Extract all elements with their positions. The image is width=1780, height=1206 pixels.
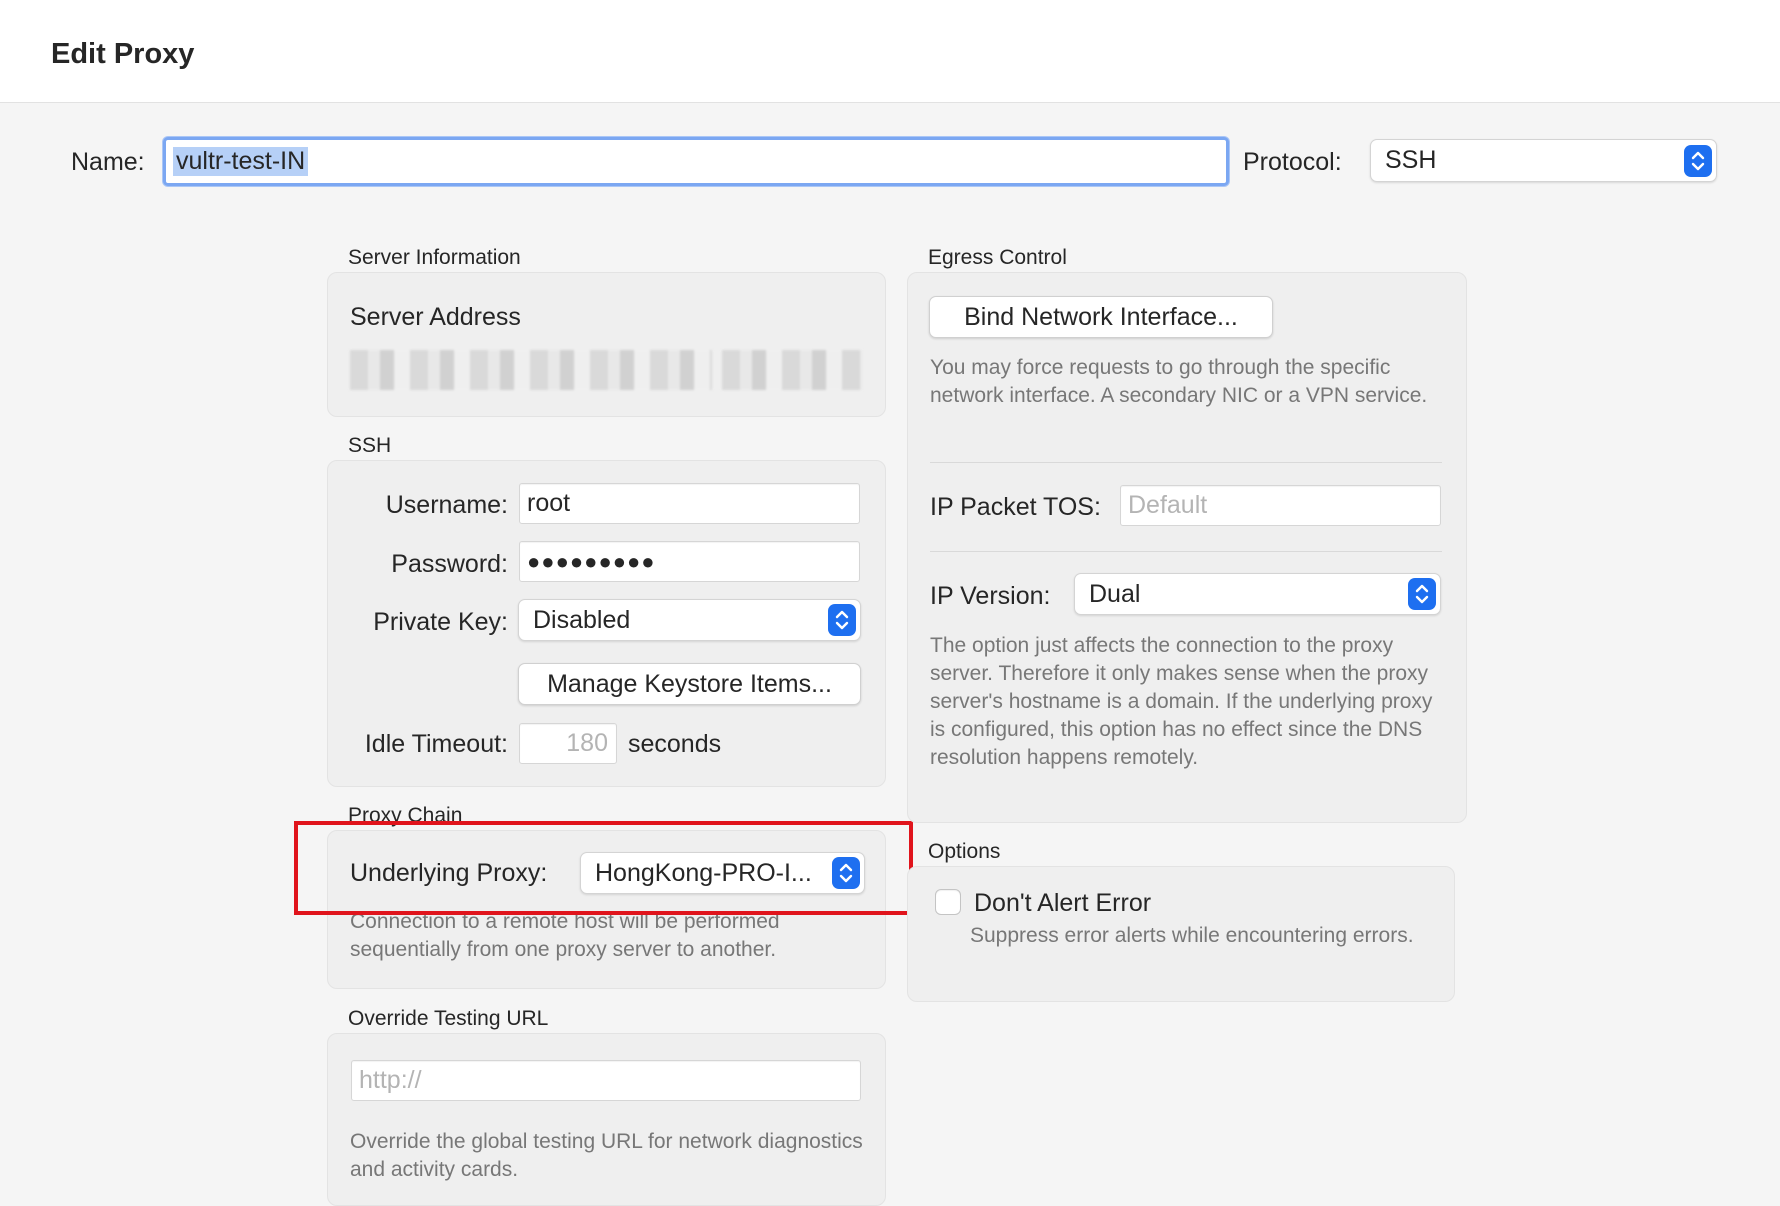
server-address-redacted[interactable] (350, 350, 712, 390)
override-url-placeholder: http:// (359, 1066, 422, 1094)
title-bar: Edit Proxy (0, 0, 1780, 103)
ip-packet-tos-input[interactable]: Default (1120, 485, 1441, 526)
proxy-chain-help: Connection to a remote host will be perf… (350, 910, 780, 961)
server-info-box (327, 272, 886, 417)
server-info-section-title: Server Information (348, 246, 521, 269)
ip-version-select[interactable]: Dual (1074, 573, 1441, 615)
chevron-updown-icon (1408, 578, 1436, 610)
ip-version-label: IP Version: (930, 582, 1051, 610)
idle-timeout-label: Idle Timeout: (364, 730, 508, 758)
ip-version-value: Dual (1089, 579, 1141, 608)
username-value: root (527, 489, 571, 517)
egress-divider (930, 551, 1442, 552)
private-key-select[interactable]: Disabled (518, 599, 861, 641)
override-url-help: Override the global testing URL for netw… (350, 1130, 863, 1181)
idle-timeout-input[interactable]: 180 (519, 723, 617, 764)
chevron-updown-icon (828, 604, 856, 636)
bind-network-interface-button[interactable]: Bind Network Interface... (929, 296, 1273, 338)
egress-divider (930, 462, 1442, 463)
name-label: Name: (71, 148, 145, 176)
ip-packet-tos-label: IP Packet TOS: (930, 493, 1101, 521)
edit-proxy-form: Name: vultr-test-IN Protocol: SSH Server… (0, 104, 1780, 1206)
chevron-updown-icon (1684, 144, 1712, 177)
options-section-title: Options (928, 840, 1001, 863)
ip-version-help: The option just affects the connection t… (930, 634, 1433, 769)
protocol-select[interactable]: SSH (1370, 139, 1717, 182)
server-port-redacted[interactable] (722, 350, 862, 390)
override-url-section-title: Override Testing URL (348, 1007, 549, 1030)
private-key-value: Disabled (533, 605, 631, 634)
server-address-label: Server Address (350, 303, 521, 331)
protocol-label: Protocol: (1243, 148, 1342, 176)
password-input[interactable]: ●●●●●●●●● (519, 541, 860, 582)
dont-alert-error-help: Suppress error alerts while encountering… (970, 924, 1414, 947)
username-label: Username: (385, 491, 508, 519)
dont-alert-error-checkbox[interactable] (935, 889, 961, 915)
idle-timeout-value: 180 (566, 729, 608, 757)
password-value: ●●●●●●●●● (527, 548, 656, 574)
ip-packet-tos-placeholder: Default (1128, 491, 1208, 519)
username-input[interactable]: root (519, 483, 860, 524)
egress-section-title: Egress Control (928, 246, 1067, 269)
manage-keystore-button[interactable]: Manage Keystore Items... (518, 663, 861, 705)
name-input-value: vultr-test-IN (173, 147, 309, 176)
highlight-annotation-box (294, 821, 913, 915)
dont-alert-error-label[interactable]: Don't Alert Error (974, 889, 1151, 918)
ssh-section-title: SSH (348, 434, 392, 457)
window-title: Edit Proxy (51, 38, 195, 70)
private-key-label: Private Key: (373, 608, 508, 636)
bind-interface-help: You may force requests to go through the… (930, 356, 1428, 407)
protocol-value: SSH (1385, 146, 1437, 174)
override-url-input[interactable]: http:// (351, 1060, 861, 1101)
idle-timeout-unit: seconds (628, 730, 722, 758)
password-label: Password: (391, 550, 508, 578)
name-input[interactable]: vultr-test-IN (163, 137, 1229, 186)
